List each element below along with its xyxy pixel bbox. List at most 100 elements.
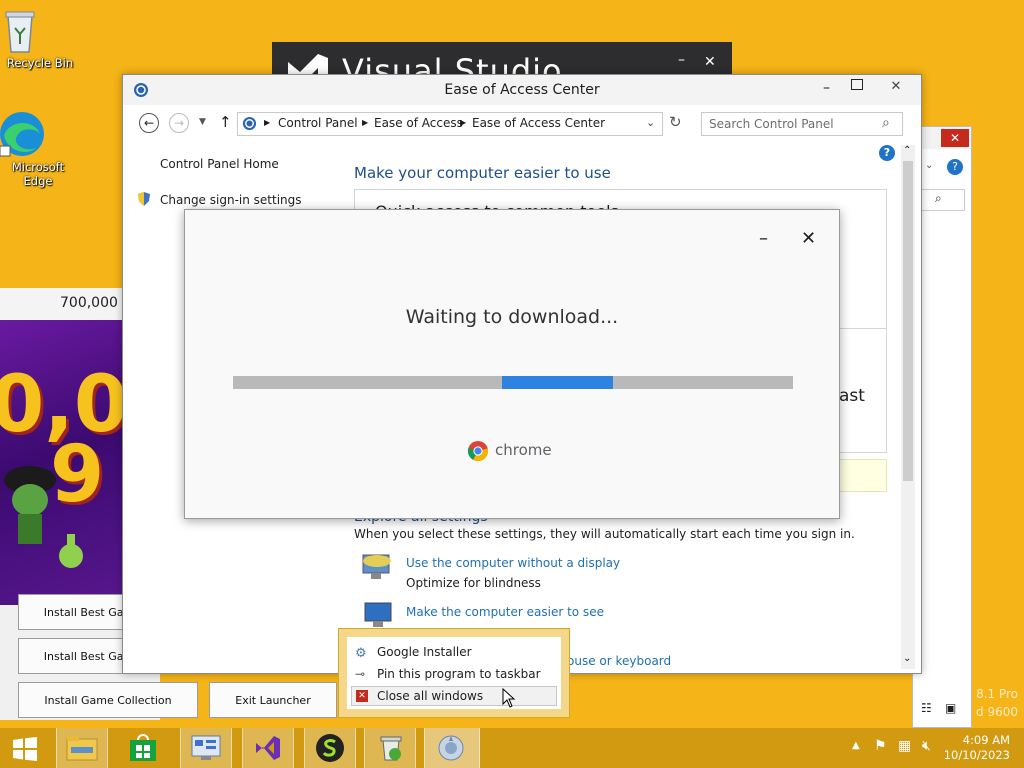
windows-logo-icon	[13, 737, 37, 761]
page-heading: Make your computer easier to use	[354, 164, 611, 182]
control-panel-icon	[242, 116, 257, 131]
chrome-installer-dialog[interactable]: – ✕ Waiting to download... chrome	[184, 209, 840, 519]
visual-studio-icon	[256, 736, 280, 760]
windows-watermark: 8.1 Pro d 9600	[940, 685, 1018, 721]
show-hidden-icons[interactable]: ▲	[852, 740, 860, 751]
taskbar-file-explorer[interactable]	[56, 728, 108, 768]
help-icon[interactable]: ?	[947, 159, 963, 175]
optimize-blindness-text: Optimize for blindness	[406, 576, 541, 590]
monitor-icon	[364, 602, 392, 627]
jump-item-google-installer[interactable]: ⚙ Google Installer	[351, 642, 557, 662]
search-icon[interactable]: ⌕	[882, 115, 890, 131]
mouse-cursor-icon	[502, 688, 516, 708]
jump-item-close-all-windows[interactable]: ✕ Close all windows	[351, 686, 557, 706]
folder-icon	[66, 736, 98, 761]
s-app-icon	[316, 734, 344, 762]
help-icon[interactable]: ?	[879, 145, 895, 161]
recycle-installer-icon	[380, 736, 402, 761]
taskbar-recycle-installer[interactable]	[364, 728, 416, 768]
start-button[interactable]	[0, 728, 50, 768]
taskbar-google-installer[interactable]	[424, 728, 480, 768]
refresh-icon[interactable]: ↻	[669, 113, 682, 131]
minimize-icon[interactable]: –	[759, 228, 768, 249]
exit-launcher-button[interactable]: Exit Launcher	[209, 682, 337, 718]
chevron-right-icon[interactable]: ▶	[460, 118, 466, 127]
info-bar	[833, 459, 887, 492]
search-input[interactable]: Search Control Panel ⌕	[701, 112, 903, 136]
download-progress-bar	[233, 376, 793, 389]
chevron-down-icon[interactable]: ⌄	[925, 160, 933, 171]
close-icon[interactable]: ✕	[801, 228, 816, 249]
chrome-logo-icon	[467, 441, 489, 462]
desktop-icon-label: Microsoft Edge	[11, 160, 65, 188]
store-icon	[130, 734, 156, 761]
up-icon[interactable]: ↑	[219, 113, 232, 131]
jump-item-pin-to-taskbar[interactable]: ⊸ Pin this program to taskbar	[351, 664, 557, 684]
pin-icon: ⊸	[355, 667, 366, 681]
chrome-brand-text: chrome	[495, 441, 552, 459]
close-all-icon: ✕	[356, 690, 368, 702]
clock-time: 4:09 AM	[962, 733, 1010, 747]
progress-fill	[502, 376, 613, 389]
chevron-down-icon[interactable]: ⌄	[646, 116, 655, 129]
taskbar: ▲ ⚑ ▦ 🔇︎ 4:09 AM 10/10/2023	[0, 728, 1024, 768]
desktop-icon-recycle-bin[interactable]: Recycle Bin	[0, 6, 80, 70]
control-panel-icon	[191, 735, 221, 760]
details-view-icon[interactable]: ☷	[921, 701, 932, 715]
vertical-scrollbar[interactable]: ⌃ ⌄	[901, 145, 915, 669]
desktop-icon-edge[interactable]: Microsoft Edge	[0, 110, 78, 188]
jump-item-label: Google Installer	[377, 645, 472, 659]
minimize-icon[interactable]: –	[678, 52, 685, 68]
scroll-up-icon[interactable]: ⌃	[903, 145, 911, 156]
watermark-line-2: d 9600	[976, 705, 1018, 719]
sidebar-item-change-sign-in-settings[interactable]: Change sign-in settings	[160, 193, 302, 207]
make-easier-to-see-link[interactable]: Make the computer easier to see	[406, 605, 604, 619]
breadcrumb-ease-of-access-center[interactable]: Ease of Access Center	[472, 116, 605, 130]
recent-pages-icon[interactable]: ▼	[199, 117, 206, 127]
title-bar[interactable]: Ease of Access Center – ✕	[123, 75, 921, 105]
taskbar-control-panel[interactable]	[180, 728, 232, 768]
use-without-display-link[interactable]: Use the computer without a display	[406, 556, 620, 570]
chevron-right-icon[interactable]: ▶	[362, 118, 368, 127]
taskbar-visual-studio[interactable]	[242, 728, 294, 768]
taskbar-jump-list[interactable]: ⚙ Google Installer ⊸ Pin this program to…	[338, 628, 570, 718]
scroll-down-icon[interactable]: ⌄	[903, 653, 911, 664]
network-icon[interactable]: ▦	[898, 738, 911, 754]
install-game-collection-button[interactable]: Install Game Collection	[18, 682, 198, 718]
jump-list-menu: ⚙ Google Installer ⊸ Pin this program to…	[347, 637, 561, 709]
display-icon	[362, 554, 391, 579]
chevron-right-icon[interactable]: ▶	[264, 118, 270, 127]
jump-item-label: Close all windows	[377, 689, 484, 703]
volume-muted-icon[interactable]: 🔇︎	[922, 738, 931, 754]
back-icon[interactable]: ←	[139, 113, 159, 133]
clock-date: 10/10/2023	[943, 748, 1010, 762]
download-status: Waiting to download...	[405, 306, 619, 328]
close-icon[interactable]: ✕	[873, 76, 919, 98]
close-icon[interactable]: ✕	[941, 129, 969, 147]
mouse-keyboard-link[interactable]: ouse or keyboard	[567, 654, 671, 668]
google-installer-icon	[438, 735, 464, 761]
maximize-icon[interactable]	[851, 79, 863, 90]
explore-description: When you select these settings, they wil…	[354, 527, 855, 541]
address-bar[interactable]: ▶ Control Panel ▶ Ease of Access ▶ Ease …	[237, 112, 663, 136]
forward-icon[interactable]: →	[169, 113, 189, 133]
search-placeholder: Search Control Panel	[709, 117, 834, 131]
minimize-icon[interactable]: –	[823, 80, 830, 96]
recycle-bin-icon	[0, 6, 80, 54]
watermark-line-1: 8.1 Pro	[976, 687, 1018, 701]
edge-icon	[0, 110, 78, 158]
desktop-icon-label: Recycle Bin	[6, 56, 74, 70]
close-icon[interactable]: ✕	[704, 54, 716, 70]
taskbar-s-app[interactable]	[304, 728, 356, 768]
jump-item-label: Pin this program to taskbar	[377, 667, 541, 681]
taskbar-clock[interactable]: 4:09 AM 10/10/2023	[944, 733, 1010, 763]
search-icon[interactable]: ⌕	[935, 191, 942, 206]
window-title: Ease of Access Center	[444, 82, 600, 98]
breadcrumb-control-panel[interactable]: Control Panel	[278, 116, 358, 130]
action-center-flag-icon[interactable]: ⚑	[874, 738, 887, 754]
taskbar-store[interactable]	[118, 728, 168, 768]
breadcrumb-ease-of-access[interactable]: Ease of Access	[374, 116, 463, 130]
sidebar-item-control-panel-home[interactable]: Control Panel Home	[160, 157, 279, 171]
scrollbar-thumb[interactable]	[903, 161, 913, 481]
quick-access-partial-text: ast	[839, 386, 865, 406]
